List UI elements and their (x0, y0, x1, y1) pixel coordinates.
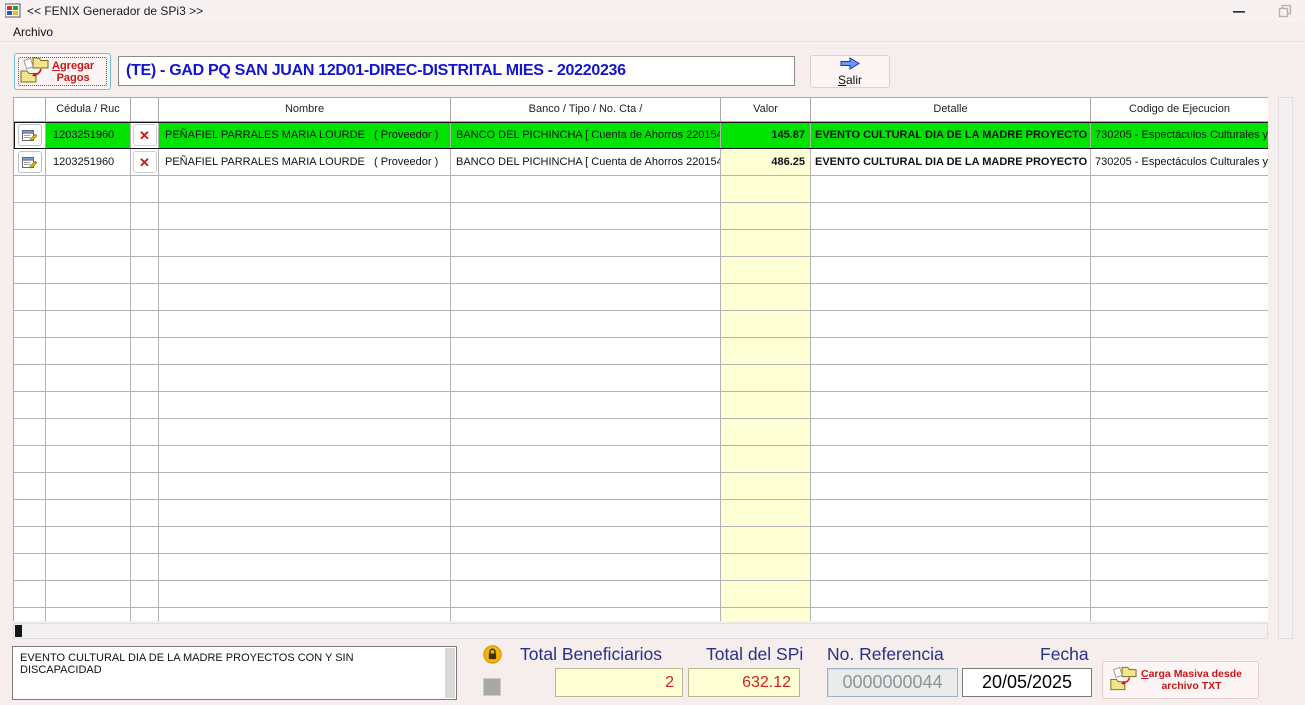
carga-masiva-label: Carga Masiva desdearchivo TXT (1141, 668, 1242, 692)
valor-cell: 145.87 (721, 122, 811, 149)
column-header[interactable] (131, 98, 159, 122)
restore-button[interactable] (1264, 0, 1305, 22)
edit-row-button[interactable] (18, 151, 42, 173)
table-header-row: Cédula / Ruc NombreBanco / Tipo / No. Cta… (14, 98, 1268, 122)
horizontal-scrollbar-thumb[interactable] (15, 625, 22, 637)
delete-x-icon: ✕ (139, 156, 150, 169)
banco-cell: BANCO DEL PICHINCHA [ Cuenta de Ahorros … (451, 149, 721, 176)
empty-table-row[interactable] (14, 446, 1268, 473)
cedula-cell: 1203251960 (46, 149, 131, 176)
app-window-icon (5, 3, 21, 24)
menu-item-archivo[interactable]: Archivo (8, 24, 58, 40)
restore-icon (1278, 4, 1292, 18)
empty-table-row[interactable] (14, 311, 1268, 338)
table-body: 1203251960 ✕ PEÑAFIEL PARRALES MARIA LOU… (14, 122, 1268, 621)
empty-table-row[interactable] (14, 338, 1268, 365)
delete-row-button[interactable]: ✕ (133, 124, 157, 146)
column-header[interactable]: Banco / Tipo / No. Cta / (451, 98, 721, 122)
gray-square-button[interactable] (483, 678, 501, 696)
empty-table-row[interactable] (14, 608, 1268, 621)
agregar-pagos-label: AgregarPagos (52, 60, 94, 84)
total-spi-field: 632.12 (688, 668, 800, 697)
textarea-scrollbar[interactable] (445, 648, 455, 698)
table-row[interactable]: 1203251960 ✕ PEÑAFIEL PARRALES MARIA LOU… (14, 149, 1268, 176)
no-referencia-field: 0000000044 (827, 668, 958, 697)
spi-title-field[interactable]: (TE) - GAD PQ SAN JUAN 12D01-DIREC-DISTR… (118, 56, 795, 86)
total-beneficiarios-field: 2 (555, 668, 683, 697)
empty-table-row[interactable] (14, 284, 1268, 311)
column-header[interactable]: Cédula / Ruc (46, 98, 131, 122)
carga-masiva-button[interactable]: Carga Masiva desdearchivo TXT (1102, 661, 1259, 699)
row-edit-cell (14, 122, 46, 149)
no-referencia-label: No. Referencia (827, 644, 944, 665)
valor-cell: 486.25 (721, 149, 811, 176)
column-header[interactable]: Detalle (811, 98, 1091, 122)
edit-form-icon (22, 128, 38, 143)
empty-table-row[interactable] (14, 365, 1268, 392)
grid-vertical-scrollbar[interactable] (1278, 97, 1293, 639)
delete-row-button[interactable]: ✕ (133, 151, 157, 173)
salir-button[interactable]: Salir (810, 55, 890, 88)
column-header[interactable]: Valor (721, 98, 811, 122)
exit-arrow-icon (839, 57, 861, 73)
application-window: << FENIX Generador de SPi3 >> Archivo Ag… (0, 0, 1305, 705)
edit-row-button[interactable] (18, 124, 42, 146)
empty-table-row[interactable] (14, 500, 1268, 527)
lock-icon (483, 645, 502, 669)
column-header[interactable]: Nombre (159, 98, 451, 122)
row-delete-cell: ✕ (131, 122, 159, 149)
delete-x-icon: ✕ (139, 129, 150, 142)
empty-table-row[interactable] (14, 203, 1268, 230)
empty-table-row[interactable] (14, 176, 1268, 203)
cedula-cell: 1203251960 (46, 122, 131, 149)
total-spi-label: Total del SPi (706, 644, 803, 665)
codigo-cell: 730205 - Espectáculos Culturales y Socia… (1091, 149, 1268, 176)
empty-table-row[interactable] (14, 257, 1268, 284)
title-bar: << FENIX Generador de SPi3 >> (0, 0, 1305, 22)
empty-table-row[interactable] (14, 392, 1268, 419)
window-title: << FENIX Generador de SPi3 >> (27, 4, 203, 18)
empty-table-row[interactable] (14, 419, 1268, 446)
nombre-cell: PEÑAFIEL PARRALES MARIA LOURDE ( Proveed… (159, 149, 451, 176)
empty-table-row[interactable] (14, 527, 1268, 554)
detalle-cell: EVENTO CULTURAL DIA DE LA MADRE PROYECTO… (811, 122, 1091, 149)
row-delete-cell: ✕ (131, 149, 159, 176)
empty-table-row[interactable] (14, 230, 1268, 257)
empty-table-row[interactable] (14, 581, 1268, 608)
empty-table-row[interactable] (14, 473, 1268, 500)
salir-label: Salir (838, 73, 862, 87)
column-header[interactable] (14, 98, 46, 122)
agregar-pagos-button[interactable]: AgregarPagos (14, 53, 111, 90)
menu-bar: Archivo (0, 22, 1305, 42)
column-header[interactable]: Codigo de Ejecucion (1091, 98, 1268, 122)
nombre-cell: PEÑAFIEL PARRALES MARIA LOURDE ( Proveed… (159, 122, 451, 149)
minimize-button[interactable] (1218, 0, 1260, 22)
detalle-general-textarea[interactable]: EVENTO CULTURAL DIA DE LA MADRE PROYECTO… (12, 646, 457, 700)
table-row[interactable]: 1203251960 ✕ PEÑAFIEL PARRALES MARIA LOU… (14, 122, 1268, 149)
minimize-icon (1232, 4, 1246, 18)
fecha-label: Fecha (1040, 644, 1089, 665)
empty-table-row[interactable] (14, 554, 1268, 581)
codigo-cell: 730205 - Espectáculos Culturales y Socia… (1091, 122, 1268, 149)
grid-horizontal-scrollbar[interactable] (13, 623, 1268, 639)
fecha-field[interactable]: 20/05/2025 (962, 668, 1092, 697)
detalle-cell: EVENTO CULTURAL DIA DE LA MADRE PROYECTO… (811, 149, 1091, 176)
total-beneficiarios-label: Total Beneficiarios (520, 644, 662, 665)
row-edit-cell (14, 149, 46, 176)
folder-transfer-icon (19, 56, 49, 87)
edit-form-icon (22, 155, 38, 170)
detalle-general-text: EVENTO CULTURAL DIA DE LA MADRE PROYECTO… (20, 652, 354, 676)
payments-grid: Cédula / Ruc NombreBanco / Tipo / No. Cta… (13, 97, 1268, 621)
banco-cell: BANCO DEL PICHINCHA [ Cuenta de Ahorros … (451, 122, 721, 149)
folder-transfer-icon (1109, 665, 1137, 695)
